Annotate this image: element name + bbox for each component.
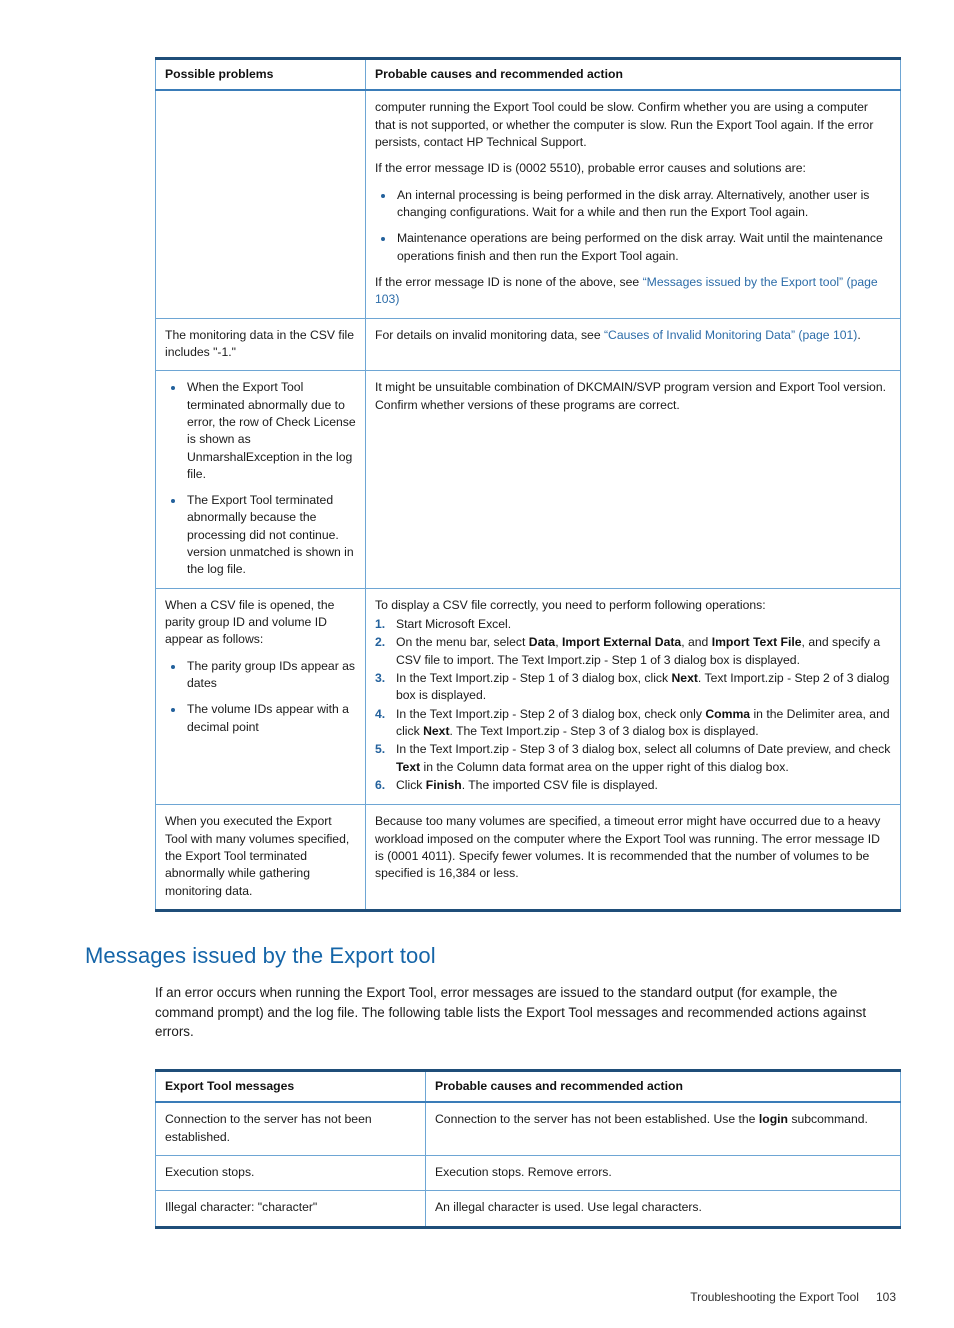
table-row: When the Export Tool terminated abnormal… xyxy=(155,370,901,589)
bold-run: Comma xyxy=(705,706,751,721)
cell-problem xyxy=(155,90,366,319)
cause-paragraph: If the error message ID is (0002 5510), … xyxy=(375,161,806,176)
cause-paragraph-with-link: If the error message ID is none of the a… xyxy=(375,274,891,309)
table-row: computer running the Export Tool could b… xyxy=(155,90,901,319)
table-row: When a CSV file is opened, the parity gr… xyxy=(155,588,901,806)
export-tool-messages-table: Export Tool messages Probable causes and… xyxy=(155,1069,901,1229)
text-run: An illegal character is used. Use legal … xyxy=(435,1200,702,1215)
cell-problem: When you executed the Export Tool with m… xyxy=(155,804,366,913)
cause-paragraph: computer running the Export Tool could b… xyxy=(375,100,874,149)
procedure-step: Start Microsoft Excel. xyxy=(375,616,891,634)
cause-paragraph: It might be unsuitable combination of DK… xyxy=(375,380,886,412)
table-header-row: Possible problems Probable causes and re… xyxy=(155,57,901,92)
cell-message: Illegal character: "character" xyxy=(155,1190,426,1229)
text-run: Click xyxy=(396,778,426,793)
list-item: An internal processing is being performe… xyxy=(375,187,891,222)
text-run: . The imported CSV file is displayed. xyxy=(461,778,658,793)
procedure-step: In the Text Import.zip - Step 3 of 3 dia… xyxy=(375,741,891,776)
cell-cause: For details on invalid monitoring data, … xyxy=(365,318,901,372)
table-body: Connection to the server has not been es… xyxy=(155,1102,901,1229)
procedure-step-list: Start Microsoft Excel. On the menu bar, s… xyxy=(375,616,891,795)
cell-cause: To display a CSV file correctly, you nee… xyxy=(365,588,901,806)
bold-run: Finish xyxy=(425,778,462,793)
column-header-possible-problems: Possible problems xyxy=(155,57,366,92)
procedure-step: Click Finish. The imported CSV file is d… xyxy=(375,777,891,795)
text-run: On the menu bar, select xyxy=(396,635,529,650)
table-header-row: Export Tool messages Probable causes and… xyxy=(155,1069,901,1104)
bold-run: Next xyxy=(423,724,450,739)
cross-reference-link[interactable]: “Causes of Invalid Monitoring Data” (pag… xyxy=(604,328,857,342)
problem-intro: When a CSV file is opened, the parity gr… xyxy=(165,597,335,647)
list-item: The Export Tool terminated abnormally be… xyxy=(165,492,356,579)
table-body: computer running the Export Tool could b… xyxy=(155,90,901,913)
cell-problem: The monitoring data in the CSV file incl… xyxy=(155,318,366,372)
procedure-step: In the Text Import.zip - Step 2 of 3 dia… xyxy=(375,706,891,741)
bold-run: Import External Data xyxy=(562,635,682,650)
bold-run: Text xyxy=(396,759,421,774)
table-row: When you executed the Export Tool with m… xyxy=(155,804,901,913)
column-header-export-tool-messages: Export Tool messages xyxy=(155,1069,426,1104)
document-page: Possible problems Probable causes and re… xyxy=(0,57,954,1328)
steps-intro: To display a CSV file correctly, you nee… xyxy=(375,597,766,612)
bold-run: Import Text File xyxy=(711,635,802,650)
cell-message: Execution stops. xyxy=(155,1155,426,1192)
procedure-step: In the Text Import.zip - Step 1 of 3 dia… xyxy=(375,670,891,705)
cell-cause: computer running the Export Tool could b… xyxy=(365,90,901,319)
text-run: . The Text Import.zip - Step 3 of 3 dial… xyxy=(449,724,759,739)
text-run: In the Text Import.zip - Step 2 of 3 dia… xyxy=(396,706,706,721)
cause-paragraph: Because too many volumes are specified, … xyxy=(375,814,881,881)
paragraph-text-tail: . xyxy=(857,327,861,342)
text-run: in the Column data format area on the up… xyxy=(420,759,789,774)
text-run: Execution stops. Remove errors. xyxy=(435,1165,612,1180)
problem-bullet-list: The parity group IDs appear as dates The… xyxy=(165,658,356,736)
bold-run: Data xyxy=(528,635,556,650)
footer-page-number: 103 xyxy=(875,1290,896,1304)
cell-action: Connection to the server has not been es… xyxy=(425,1102,901,1157)
cell-action: Execution stops. Remove errors. xyxy=(425,1155,901,1192)
table-row: Execution stops. Execution stops. Remove… xyxy=(155,1155,901,1192)
list-item: Maintenance operations are being perform… xyxy=(375,230,891,265)
list-item: When the Export Tool terminated abnormal… xyxy=(165,379,356,483)
bold-run: login xyxy=(758,1112,788,1127)
list-item: The volume IDs appear with a decimal poi… xyxy=(165,701,356,736)
bold-run: Next xyxy=(671,671,698,686)
text-run: In the Text Import.zip - Step 3 of 3 dia… xyxy=(396,742,891,757)
section-body-paragraph: If an error occurs when running the Expo… xyxy=(155,985,867,1040)
cause-bullet-list: An internal processing is being performe… xyxy=(375,187,891,265)
cell-problem: When a CSV file is opened, the parity gr… xyxy=(155,588,366,806)
cell-problem: When the Export Tool terminated abnormal… xyxy=(155,370,366,589)
table-row: The monitoring data in the CSV file incl… xyxy=(155,318,901,372)
cell-cause: Because too many volumes are specified, … xyxy=(365,804,901,913)
possible-problems-table: Possible problems Probable causes and re… xyxy=(155,57,901,913)
text-run: Start Microsoft Excel. xyxy=(396,617,512,632)
cause-paragraph-with-link: For details on invalid monitoring data, … xyxy=(375,327,891,344)
text-run: , and xyxy=(681,635,712,650)
paragraph-text: If the error message ID is none of the a… xyxy=(375,274,643,289)
text-run: , xyxy=(555,635,562,650)
footer-chapter-title: Troubleshooting the Export Tool xyxy=(690,1290,859,1304)
list-item: The parity group IDs appear as dates xyxy=(165,658,356,693)
column-header-probable-causes: Probable causes and recommended action xyxy=(425,1069,901,1104)
table-row: Illegal character: "character" An illega… xyxy=(155,1190,901,1229)
text-run: subcommand. xyxy=(787,1112,868,1127)
table-header: Export Tool messages Probable causes and… xyxy=(155,1069,901,1104)
table-header: Possible problems Probable causes and re… xyxy=(155,57,901,92)
text-run: In the Text Import.zip - Step 1 of 3 dia… xyxy=(396,671,672,686)
cell-action: An illegal character is used. Use legal … xyxy=(425,1190,901,1229)
cell-message: Connection to the server has not been es… xyxy=(155,1102,426,1157)
text-run: Connection to the server has not been es… xyxy=(435,1112,759,1127)
table-row: Connection to the server has not been es… xyxy=(155,1102,901,1157)
problem-bullet-list: When the Export Tool terminated abnormal… xyxy=(165,379,356,579)
procedure-step: On the menu bar, select Data, Import Ext… xyxy=(375,634,891,669)
paragraph-text: For details on invalid monitoring data, … xyxy=(375,327,604,342)
section-heading: Messages issued by the Export tool xyxy=(85,943,436,969)
page-footer: Troubleshooting the Export Tool 103 xyxy=(0,1290,954,1304)
column-header-probable-causes: Probable causes and recommended action xyxy=(365,57,901,92)
cell-cause: It might be unsuitable combination of DK… xyxy=(365,370,901,589)
